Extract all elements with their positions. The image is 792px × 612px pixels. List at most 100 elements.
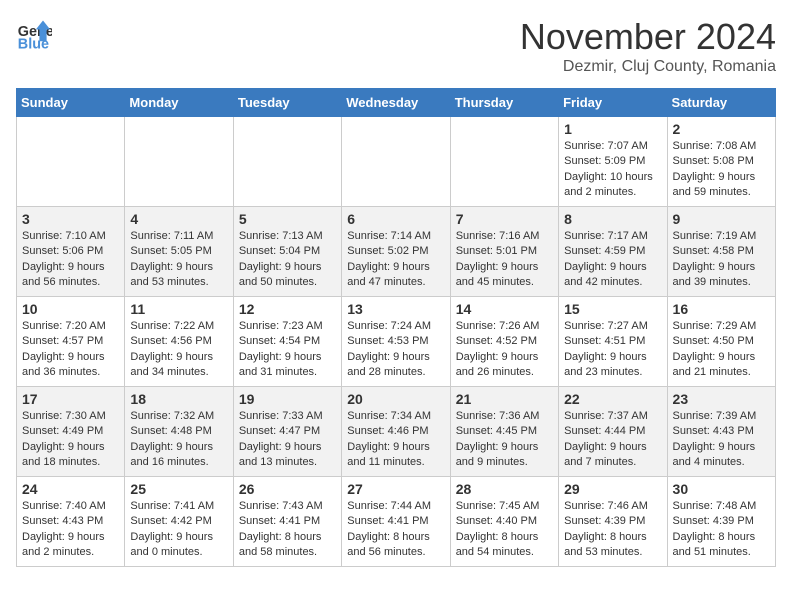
weekday-header-thursday: Thursday <box>450 89 558 117</box>
weekday-header-monday: Monday <box>125 89 233 117</box>
week-row-3: 10 Sunrise: 7:20 AM Sunset: 4:57 PM Dayli… <box>17 297 776 387</box>
day-number: 9 <box>673 211 770 227</box>
week-row-5: 24 Sunrise: 7:40 AM Sunset: 4:43 PM Dayli… <box>17 477 776 567</box>
weekday-header-wednesday: Wednesday <box>342 89 450 117</box>
day-info: Sunrise: 7:43 AM Sunset: 4:41 PM Dayligh… <box>239 499 336 561</box>
day-number: 26 <box>239 481 336 497</box>
day-number: 19 <box>239 391 336 407</box>
calendar-cell: 5 Sunrise: 7:13 AM Sunset: 5:04 PM Daylig… <box>233 207 341 297</box>
day-info: Sunrise: 7:48 AM Sunset: 4:39 PM Dayligh… <box>673 499 770 561</box>
day-info: Sunrise: 7:19 AM Sunset: 4:58 PM Dayligh… <box>673 229 770 291</box>
day-info: Sunrise: 7:36 AM Sunset: 4:45 PM Dayligh… <box>456 409 553 471</box>
calendar-cell <box>342 117 450 207</box>
calendar-cell: 19 Sunrise: 7:33 AM Sunset: 4:47 PM Dayli… <box>233 387 341 477</box>
calendar-cell: 29 Sunrise: 7:46 AM Sunset: 4:39 PM Dayli… <box>559 477 667 567</box>
day-number: 3 <box>22 211 119 227</box>
day-info: Sunrise: 7:11 AM Sunset: 5:05 PM Dayligh… <box>130 229 227 291</box>
day-number: 24 <box>22 481 119 497</box>
day-number: 8 <box>564 211 661 227</box>
day-info: Sunrise: 7:45 AM Sunset: 4:40 PM Dayligh… <box>456 499 553 561</box>
calendar-cell <box>125 117 233 207</box>
day-number: 14 <box>456 301 553 317</box>
calendar-cell: 28 Sunrise: 7:45 AM Sunset: 4:40 PM Dayli… <box>450 477 558 567</box>
day-info: Sunrise: 7:24 AM Sunset: 4:53 PM Dayligh… <box>347 319 444 381</box>
day-info: Sunrise: 7:40 AM Sunset: 4:43 PM Dayligh… <box>22 499 119 561</box>
week-row-4: 17 Sunrise: 7:30 AM Sunset: 4:49 PM Dayli… <box>17 387 776 477</box>
calendar-cell: 11Sunrise: 7:22 AM Sunset: 4:56 PM Dayli… <box>125 297 233 387</box>
day-info: Sunrise: 7:26 AM Sunset: 4:52 PM Dayligh… <box>456 319 553 381</box>
day-number: 29 <box>564 481 661 497</box>
day-number: 5 <box>239 211 336 227</box>
logo-icon: General Blue <box>16 16 52 52</box>
calendar-cell <box>233 117 341 207</box>
calendar-cell: 14 Sunrise: 7:26 AM Sunset: 4:52 PM Dayli… <box>450 297 558 387</box>
calendar-cell: 1 Sunrise: 7:07 AM Sunset: 5:09 PM Daylig… <box>559 117 667 207</box>
day-info: Sunrise: 7:30 AM Sunset: 4:49 PM Dayligh… <box>22 409 119 471</box>
month-title: November 2024 <box>520 16 776 58</box>
day-info: Sunrise: 7:07 AM Sunset: 5:09 PM Dayligh… <box>564 139 661 201</box>
calendar-cell: 10 Sunrise: 7:20 AM Sunset: 4:57 PM Dayli… <box>17 297 125 387</box>
calendar-cell: 22Sunrise: 7:37 AM Sunset: 4:44 PM Dayli… <box>559 387 667 477</box>
day-number: 18 <box>130 391 227 407</box>
day-info: Sunrise: 7:17 AM Sunset: 4:59 PM Dayligh… <box>564 229 661 291</box>
day-number: 7 <box>456 211 553 227</box>
calendar-cell: 21 Sunrise: 7:36 AM Sunset: 4:45 PM Dayli… <box>450 387 558 477</box>
weekday-header-sunday: Sunday <box>17 89 125 117</box>
calendar-cell: 2 Sunrise: 7:08 AM Sunset: 5:08 PM Daylig… <box>667 117 775 207</box>
calendar-cell: 30 Sunrise: 7:48 AM Sunset: 4:39 PM Dayli… <box>667 477 775 567</box>
calendar-cell: 4 Sunrise: 7:11 AM Sunset: 5:05 PM Daylig… <box>125 207 233 297</box>
day-number: 23 <box>673 391 770 407</box>
calendar-cell: 12Sunrise: 7:23 AM Sunset: 4:54 PM Dayli… <box>233 297 341 387</box>
logo: General Blue <box>16 16 52 52</box>
day-number: 4 <box>130 211 227 227</box>
day-info: Sunrise: 7:10 AM Sunset: 5:06 PM Dayligh… <box>22 229 119 291</box>
calendar-table: SundayMondayTuesdayWednesdayThursdayFrid… <box>16 88 776 567</box>
day-number: 6 <box>347 211 444 227</box>
week-row-1: 1 Sunrise: 7:07 AM Sunset: 5:09 PM Daylig… <box>17 117 776 207</box>
day-info: Sunrise: 7:14 AM Sunset: 5:02 PM Dayligh… <box>347 229 444 291</box>
day-info: Sunrise: 7:46 AM Sunset: 4:39 PM Dayligh… <box>564 499 661 561</box>
calendar-cell: 25 Sunrise: 7:41 AM Sunset: 4:42 PM Dayli… <box>125 477 233 567</box>
day-number: 15 <box>564 301 661 317</box>
calendar-cell: 20 Sunrise: 7:34 AM Sunset: 4:46 PM Dayli… <box>342 387 450 477</box>
day-info: Sunrise: 7:16 AM Sunset: 5:01 PM Dayligh… <box>456 229 553 291</box>
calendar-cell <box>450 117 558 207</box>
title-block: November 2024 Dezmir, Cluj County, Roman… <box>520 16 776 76</box>
day-number: 2 <box>673 121 770 137</box>
day-number: 30 <box>673 481 770 497</box>
calendar-cell: 27 Sunrise: 7:44 AM Sunset: 4:41 PM Dayli… <box>342 477 450 567</box>
calendar-cell: 16Sunrise: 7:29 AM Sunset: 4:50 PM Dayli… <box>667 297 775 387</box>
day-number: 10 <box>22 301 119 317</box>
day-info: Sunrise: 7:08 AM Sunset: 5:08 PM Dayligh… <box>673 139 770 201</box>
day-info: Sunrise: 7:20 AM Sunset: 4:57 PM Dayligh… <box>22 319 119 381</box>
calendar-cell: 17 Sunrise: 7:30 AM Sunset: 4:49 PM Dayli… <box>17 387 125 477</box>
day-number: 28 <box>456 481 553 497</box>
day-number: 17 <box>22 391 119 407</box>
day-number: 1 <box>564 121 661 137</box>
calendar-cell: 7 Sunrise: 7:16 AM Sunset: 5:01 PM Daylig… <box>450 207 558 297</box>
weekday-header-tuesday: Tuesday <box>233 89 341 117</box>
calendar-cell: 23 Sunrise: 7:39 AM Sunset: 4:43 PM Dayli… <box>667 387 775 477</box>
weekday-header-row: SundayMondayTuesdayWednesdayThursdayFrid… <box>17 89 776 117</box>
week-row-2: 3 Sunrise: 7:10 AM Sunset: 5:06 PM Daylig… <box>17 207 776 297</box>
calendar-cell: 13 Sunrise: 7:24 AM Sunset: 4:53 PM Dayli… <box>342 297 450 387</box>
day-info: Sunrise: 7:13 AM Sunset: 5:04 PM Dayligh… <box>239 229 336 291</box>
calendar-cell: 18Sunrise: 7:32 AM Sunset: 4:48 PM Dayli… <box>125 387 233 477</box>
day-info: Sunrise: 7:37 AM Sunset: 4:44 PM Dayligh… <box>564 409 661 471</box>
day-number: 13 <box>347 301 444 317</box>
calendar-cell: 3 Sunrise: 7:10 AM Sunset: 5:06 PM Daylig… <box>17 207 125 297</box>
day-info: Sunrise: 7:33 AM Sunset: 4:47 PM Dayligh… <box>239 409 336 471</box>
day-number: 27 <box>347 481 444 497</box>
day-info: Sunrise: 7:39 AM Sunset: 4:43 PM Dayligh… <box>673 409 770 471</box>
day-number: 12 <box>239 301 336 317</box>
weekday-header-friday: Friday <box>559 89 667 117</box>
calendar-cell: 15Sunrise: 7:27 AM Sunset: 4:51 PM Dayli… <box>559 297 667 387</box>
day-number: 21 <box>456 391 553 407</box>
day-number: 25 <box>130 481 227 497</box>
day-info: Sunrise: 7:41 AM Sunset: 4:42 PM Dayligh… <box>130 499 227 561</box>
day-info: Sunrise: 7:34 AM Sunset: 4:46 PM Dayligh… <box>347 409 444 471</box>
calendar-cell: 26 Sunrise: 7:43 AM Sunset: 4:41 PM Dayli… <box>233 477 341 567</box>
day-number: 20 <box>347 391 444 407</box>
header: General Blue November 2024 Dezmir, Cluj … <box>16 16 776 76</box>
day-info: Sunrise: 7:44 AM Sunset: 4:41 PM Dayligh… <box>347 499 444 561</box>
